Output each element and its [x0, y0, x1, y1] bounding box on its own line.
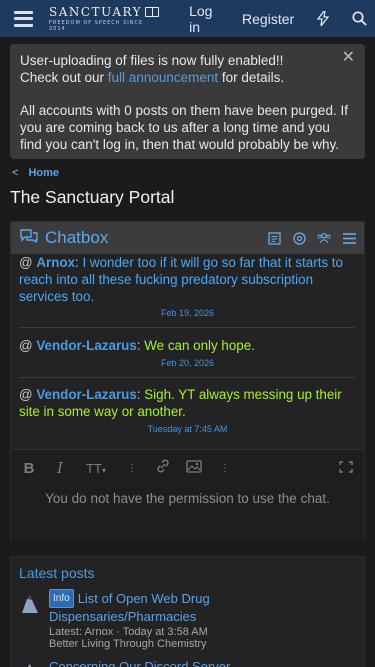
register-link[interactable]: Register [242, 11, 294, 27]
editor-toolbar: B I TT▾ ⋮ ⋮ [11, 450, 364, 486]
italic-icon[interactable]: I [52, 459, 68, 477]
notice-line-1: User-uploading of files is now fully ena… [20, 53, 284, 68]
chat-editor: B I TT▾ ⋮ ⋮ You do not have the permissi… [11, 449, 364, 541]
search-icon[interactable] [352, 11, 367, 27]
breadcrumb-home[interactable]: Home [28, 167, 59, 179]
chat-message: @ Vendor-Lazarus: We can only hope. [19, 338, 255, 353]
page-title: The Sanctuary Portal [10, 187, 175, 207]
more-options-icon[interactable]: ⋮ [124, 463, 140, 474]
menu-icon[interactable] [14, 10, 33, 27]
close-icon[interactable]: ✕ [342, 49, 355, 66]
chatbox-header: Chatbox [11, 222, 364, 254]
chat-timestamp: Tuesday at 7:45 AM [147, 424, 228, 434]
post-tag: Info [49, 589, 74, 608]
chat-username[interactable]: Vendor-Lazarus [36, 338, 136, 353]
chat-message: @ Vendor-Lazarus: Sigh. YT always messin… [19, 387, 342, 419]
latest-posts-heading[interactable]: Latest posts [11, 557, 364, 589]
users-icon[interactable] [317, 231, 331, 245]
expand-icon[interactable] [338, 460, 354, 477]
chat-bubbles-icon [19, 228, 39, 249]
latest-posts-panel: Latest posts Info List of Open Web Drug D… [10, 556, 365, 667]
book-icon [145, 7, 160, 17]
post-forum[interactable]: Better Living Through Chemistry [49, 638, 349, 650]
chat-username[interactable]: Vendor-Lazarus [36, 387, 136, 402]
divider [19, 377, 355, 378]
site-logo[interactable]: SANCTUARY FREEDOM OF SPEECH SINCE 2014 [49, 5, 160, 32]
rooms-icon[interactable] [292, 231, 306, 245]
top-bar: SANCTUARY FREEDOM OF SPEECH SINCE 2014 L… [0, 0, 375, 37]
chat-timestamp: Feb 20, 2026 [160, 358, 215, 368]
chatbox-panel: Chatbox @ Arnox: I wonder too if it will… [10, 221, 365, 541]
text-size-icon[interactable]: TT▾ [83, 461, 109, 476]
post-title[interactable]: Concerning Our Discord Server [49, 658, 349, 667]
image-icon[interactable] [186, 459, 202, 477]
rules-icon[interactable] [267, 231, 281, 245]
avatar[interactable] [19, 593, 41, 615]
logo-tagline: FREEDOM OF SPEECH SINCE 2014 [49, 20, 144, 32]
breadcrumb: < Home [12, 167, 59, 179]
bolt-icon[interactable] [316, 11, 330, 27]
logo-text: SANCTUARY [49, 5, 143, 19]
post-meta: Latest: Arnox · Today at 3:58 AM [49, 626, 208, 638]
announcement-link[interactable]: full announcement [108, 70, 218, 85]
chevron-left-icon: < [12, 167, 19, 179]
bold-icon[interactable]: B [21, 460, 37, 477]
notice-line-2: Check out our full announcement for deta… [20, 70, 285, 85]
link-icon[interactable] [155, 459, 171, 477]
avatar[interactable] [19, 662, 41, 667]
no-permission-message: You do not have the permission to use th… [45, 491, 330, 506]
notice-paragraph-2: All accounts with 0 posts on them have b… [20, 103, 348, 152]
menu-bars-icon[interactable] [342, 231, 356, 245]
divider [19, 327, 355, 328]
chat-text: We can only hope. [144, 338, 255, 353]
chat-message: @ Arnox: I wonder too if it will go so f… [19, 255, 343, 304]
chat-timestamp: Feb 19, 2026 [160, 308, 215, 318]
more-options-icon[interactable]: ⋮ [217, 463, 233, 474]
login-link[interactable]: Log in [189, 3, 222, 35]
chat-username[interactable]: Arnox [36, 255, 75, 270]
chatbox-title: Chatbox [45, 228, 109, 247]
notice-banner: User-uploading of files is now fully ena… [10, 44, 365, 159]
